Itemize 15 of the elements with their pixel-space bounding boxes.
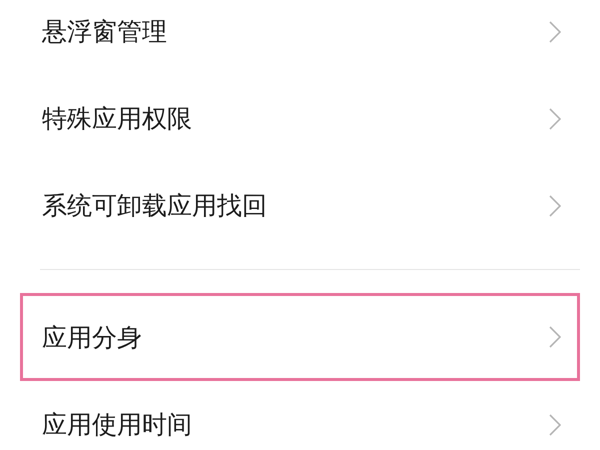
item-label: 特殊应用权限 (42, 103, 192, 135)
item-label: 应用分身 (42, 322, 142, 354)
settings-item[interactable]: 特殊应用权限 (20, 75, 580, 162)
chevron-icon (549, 194, 561, 216)
settings-item[interactable]: 悬浮窗管理 (20, 0, 580, 75)
item-label: 应用使用时间 (42, 409, 192, 441)
chevron-icon (549, 326, 561, 348)
item-label: 悬浮窗管理 (42, 16, 167, 48)
settings-item[interactable]: 应用分身 (20, 293, 580, 381)
settings-item[interactable]: 系统可卸载应用找回 (20, 162, 580, 249)
chevron-icon (549, 414, 561, 436)
item-label: 系统可卸载应用找回 (42, 190, 267, 222)
chevron-icon (549, 108, 561, 130)
chevron-icon (549, 20, 561, 42)
settings-item[interactable]: 应用使用时间 (20, 381, 580, 450)
